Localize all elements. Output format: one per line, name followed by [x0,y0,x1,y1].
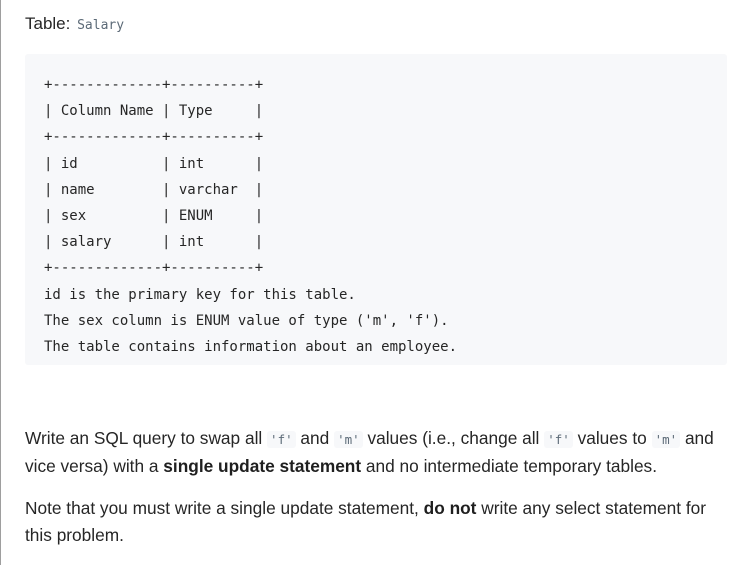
task-text-3: values (i.e., change all [362,428,545,448]
schema-line: | Column Name | Type | [44,103,264,120]
schema-line: The table contains information about an … [44,339,458,356]
schema-line: +-------------+----------+ [44,129,264,146]
task-bold-single-update: single update statement [163,456,362,476]
task-text-2: and [295,428,335,448]
code-m-2: 'm' [651,431,681,448]
left-border [0,0,1,565]
task-text-6: and no intermediate temporary tables. [361,456,657,476]
note-paragraph: Note that you must write a single update… [25,495,727,549]
table-heading-label: Table: [25,14,71,33]
schema-line: | salary | int | [44,234,264,251]
table-name-code: Salary [77,18,125,33]
task-text-4: values to [572,428,652,448]
schema-line: | sex | ENUM | [44,208,264,225]
note-bold-do-not: do not [423,498,477,518]
code-m-1: 'm' [334,431,363,448]
schema-line: The sex column is ENUM value of type ('m… [44,312,449,329]
schema-line: id is the primary key for this table. [44,286,356,303]
schema-line: | id | int | [44,155,264,172]
schema-line: +-------------+----------+ [44,77,264,93]
table-heading: Table: Salary [25,12,126,38]
note-text-1: Note that you must write a single update… [25,498,424,518]
schema-pre: +-------------+----------+ | Column Name… [44,72,457,360]
task-text-1: Write an SQL query to swap all [25,428,268,448]
schema-line: | name | varchar | [44,181,264,198]
code-f-2: 'f' [544,431,573,448]
task-paragraph: Write an SQL query to swap all 'f' and '… [25,425,727,480]
code-f-1: 'f' [267,431,296,448]
schema-line: +-------------+----------+ [44,260,264,277]
schema-code-block: +-------------+----------+ | Column Name… [25,54,727,365]
